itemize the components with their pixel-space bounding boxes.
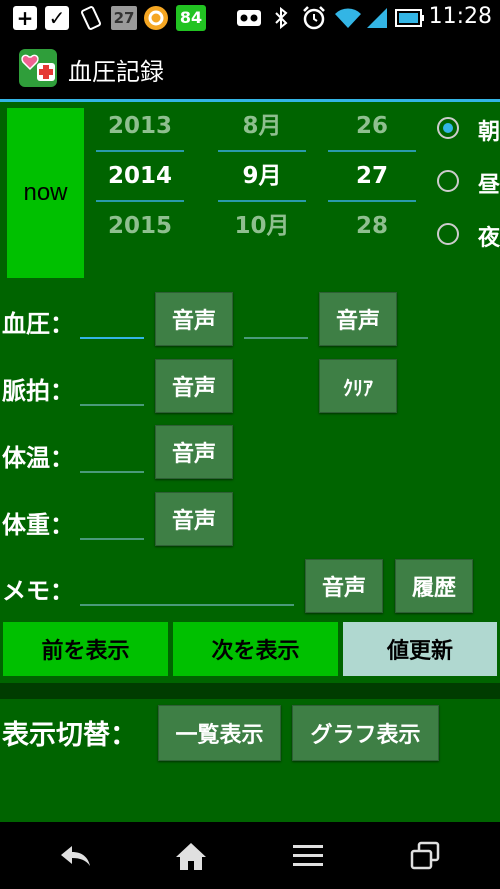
app-title: 血圧記録 xyxy=(68,58,164,86)
diastolic-voice-button[interactable]: 音声 xyxy=(319,292,397,346)
systolic-input[interactable] xyxy=(80,307,144,339)
memo-voice-button[interactable]: 音声 xyxy=(305,559,383,613)
phone-rotate-icon xyxy=(78,5,104,31)
blood-pressure-label: 血圧： xyxy=(2,310,74,338)
main-content: now 2013 2014 2015 8月 9月 10月 26 27 28 朝 … xyxy=(0,102,500,822)
alarm-icon xyxy=(301,5,327,31)
temperature-input[interactable] xyxy=(80,441,144,473)
temperature-label: 体温： xyxy=(2,444,74,472)
history-button[interactable]: 履歴 xyxy=(395,559,473,613)
month-current[interactable]: 9月 xyxy=(218,152,306,200)
memo-input[interactable] xyxy=(80,574,294,606)
temperature-voice-button[interactable]: 音声 xyxy=(155,425,233,479)
month-picker[interactable]: 8月 9月 10月 xyxy=(218,102,306,250)
status-bar: + ✓ 27 84 11:28 xyxy=(0,0,500,37)
systolic-voice-button[interactable]: 音声 xyxy=(155,292,233,346)
recent-apps-icon[interactable] xyxy=(405,840,445,872)
month-next[interactable]: 10月 xyxy=(218,202,306,250)
back-icon[interactable] xyxy=(55,840,95,872)
memo-label: メモ： xyxy=(2,577,74,605)
radio-morning[interactable] xyxy=(437,117,459,139)
action-bar: 血圧記録 xyxy=(0,37,500,102)
weight-input[interactable] xyxy=(80,508,144,540)
year-prev[interactable]: 2013 xyxy=(96,102,184,150)
year-current[interactable]: 2014 xyxy=(96,152,184,200)
update-values-button[interactable]: 値更新 xyxy=(343,622,497,676)
now-button[interactable]: now xyxy=(7,108,84,278)
list-view-button[interactable]: 一覧表示 xyxy=(158,705,281,761)
bluetooth-icon xyxy=(272,5,290,31)
pulse-voice-button[interactable]: 音声 xyxy=(155,359,233,413)
divider-band xyxy=(0,683,500,699)
show-previous-button[interactable]: 前を表示 xyxy=(3,622,168,676)
graph-view-button[interactable]: グラフ表示 xyxy=(292,705,439,761)
wifi-icon xyxy=(334,5,362,31)
system-nav-bar xyxy=(0,822,500,889)
year-picker[interactable]: 2013 2014 2015 xyxy=(96,102,184,250)
day-prev[interactable]: 26 xyxy=(328,102,416,150)
day-next[interactable]: 28 xyxy=(328,202,416,250)
display-switch-label: 表示切替： xyxy=(2,720,137,751)
badge-notification-icon: 84 xyxy=(176,5,206,31)
radio-noon-label[interactable]: 昼 xyxy=(478,167,500,199)
app-logo-icon xyxy=(19,49,57,87)
radio-night-label[interactable]: 夜 xyxy=(478,220,500,252)
app-notification-icon xyxy=(143,5,169,31)
radio-noon[interactable] xyxy=(437,170,459,192)
pulse-label: 脈拍： xyxy=(2,377,74,405)
year-next[interactable]: 2015 xyxy=(96,202,184,250)
menu-icon[interactable] xyxy=(288,840,328,872)
pulse-input[interactable] xyxy=(80,374,144,406)
day-current[interactable]: 27 xyxy=(328,152,416,200)
status-clock: 11:28 xyxy=(428,4,492,29)
add-notification-icon: + xyxy=(13,5,37,31)
radio-morning-label[interactable]: 朝 xyxy=(478,114,500,146)
check-notification-icon: ✓ xyxy=(45,5,69,31)
radio-night[interactable] xyxy=(437,223,459,245)
clear-button[interactable]: ｸﾘｱ xyxy=(319,359,397,413)
show-next-button[interactable]: 次を表示 xyxy=(173,622,338,676)
diastolic-input[interactable] xyxy=(244,307,308,339)
weight-voice-button[interactable]: 音声 xyxy=(155,492,233,546)
battery-icon xyxy=(395,5,425,31)
day-picker[interactable]: 26 27 28 xyxy=(328,102,416,250)
signal-icon xyxy=(366,5,388,31)
home-icon[interactable] xyxy=(171,840,211,872)
calendar-notification-icon: 27 xyxy=(111,5,137,31)
month-prev[interactable]: 8月 xyxy=(218,102,306,150)
weight-label: 体重： xyxy=(2,511,74,539)
voicemail-icon xyxy=(236,5,262,31)
